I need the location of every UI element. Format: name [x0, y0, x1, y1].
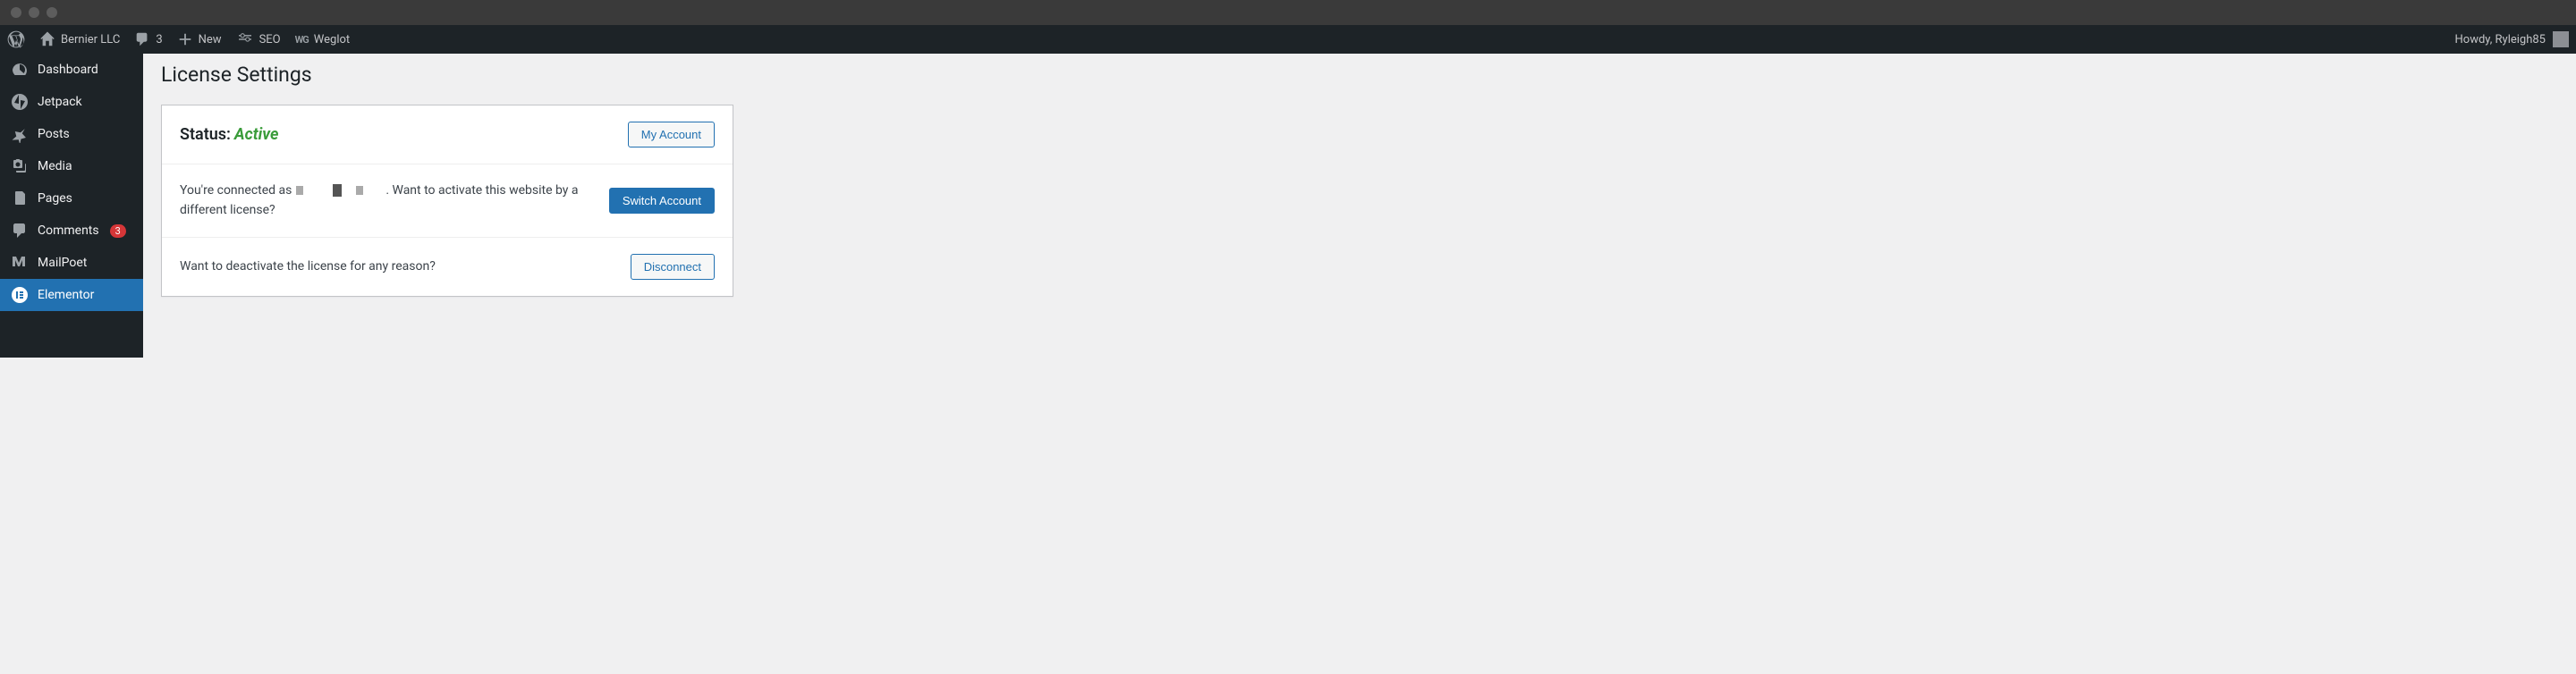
admin-sidebar: Dashboard Jetpack Posts Media Pages Comm… — [0, 54, 143, 358]
connected-prefix: You're connected as — [180, 183, 292, 198]
sidebar-item-media[interactable]: Media — [0, 150, 143, 182]
sidebar-item-label: Media — [38, 159, 72, 173]
avatar[interactable] — [2553, 31, 2569, 47]
license-panel: Status: Active My Account You're connect… — [161, 105, 733, 297]
adminbar-howdy[interactable]: Howdy, Ryleigh85 — [2455, 33, 2546, 46]
dashboard-icon — [11, 61, 29, 79]
status-row: Status: Active My Account — [162, 105, 733, 164]
home-icon — [39, 31, 55, 47]
sidebar-item-label: Pages — [38, 191, 72, 206]
connected-text: You're connected as . Want to activate t… — [180, 181, 609, 221]
sidebar-item-label: Comments — [38, 223, 99, 238]
wp-adminbar: Bernier LLC 3 New SEO WG Weglot Howdy, R… — [0, 25, 2576, 54]
adminbar-seo-label: SEO — [259, 33, 281, 46]
elementor-icon — [11, 286, 29, 304]
sidebar-item-pages[interactable]: Pages — [0, 182, 143, 215]
adminbar-comments-count: 3 — [156, 33, 162, 46]
pages-icon — [11, 190, 29, 207]
comments-icon — [11, 222, 29, 240]
comments-badge: 3 — [110, 224, 126, 238]
connected-row: You're connected as . Want to activate t… — [162, 164, 733, 238]
pin-icon — [11, 125, 29, 143]
plus-icon — [177, 31, 193, 47]
wordpress-logo-icon — [7, 30, 25, 48]
sidebar-item-label: Dashboard — [38, 63, 98, 77]
traffic-light-zoom[interactable] — [47, 7, 57, 18]
adminbar-seo[interactable]: SEO — [236, 33, 281, 46]
status-label: Status: — [180, 125, 231, 144]
mailpoet-icon — [11, 254, 29, 272]
page-title: License Settings — [161, 63, 2558, 87]
sidebar-item-mailpoet[interactable]: MailPoet — [0, 247, 143, 279]
sidebar-item-elementor[interactable]: Elementor — [0, 279, 143, 311]
content-area: License Settings Status: Active My Accou… — [143, 54, 2576, 358]
seo-icon — [236, 33, 254, 46]
deactivate-row: Want to deactivate the license for any r… — [162, 238, 733, 296]
deactivate-text: Want to deactivate the license for any r… — [180, 257, 631, 276]
comment-icon — [134, 31, 150, 47]
adminbar-comments[interactable]: 3 — [134, 31, 162, 47]
sidebar-item-comments[interactable]: Comments 3 — [0, 215, 143, 247]
adminbar-new[interactable]: New — [177, 31, 222, 47]
sidebar-item-label: Elementor — [38, 288, 94, 302]
disconnect-button[interactable]: Disconnect — [631, 254, 715, 280]
redacted-char — [296, 186, 303, 195]
weglot-icon: WG — [295, 34, 309, 46]
sidebar-item-posts[interactable]: Posts — [0, 118, 143, 150]
redacted-char — [356, 186, 363, 195]
media-icon — [11, 157, 29, 175]
adminbar-weglot[interactable]: WG Weglot — [295, 33, 351, 46]
switch-account-button[interactable]: Switch Account — [609, 188, 715, 214]
sidebar-item-label: Jetpack — [38, 95, 82, 109]
adminbar-wordpress-logo[interactable] — [7, 30, 25, 48]
traffic-light-minimize[interactable] — [29, 7, 39, 18]
macos-titlebar — [0, 0, 2576, 25]
adminbar-weglot-label: Weglot — [314, 33, 350, 46]
sidebar-item-dashboard[interactable]: Dashboard — [0, 54, 143, 86]
adminbar-site-name[interactable]: Bernier LLC — [39, 31, 120, 47]
sidebar-item-label: Posts — [38, 127, 70, 141]
adminbar-site-name-label: Bernier LLC — [61, 33, 120, 46]
sidebar-item-jetpack[interactable]: Jetpack — [0, 86, 143, 118]
redacted-char — [333, 184, 342, 197]
sidebar-item-label: MailPoet — [38, 256, 87, 270]
my-account-button[interactable]: My Account — [628, 122, 715, 147]
traffic-light-close[interactable] — [11, 7, 21, 18]
adminbar-new-label: New — [199, 33, 222, 46]
status-value: Active — [234, 125, 279, 144]
jetpack-icon — [11, 93, 29, 111]
